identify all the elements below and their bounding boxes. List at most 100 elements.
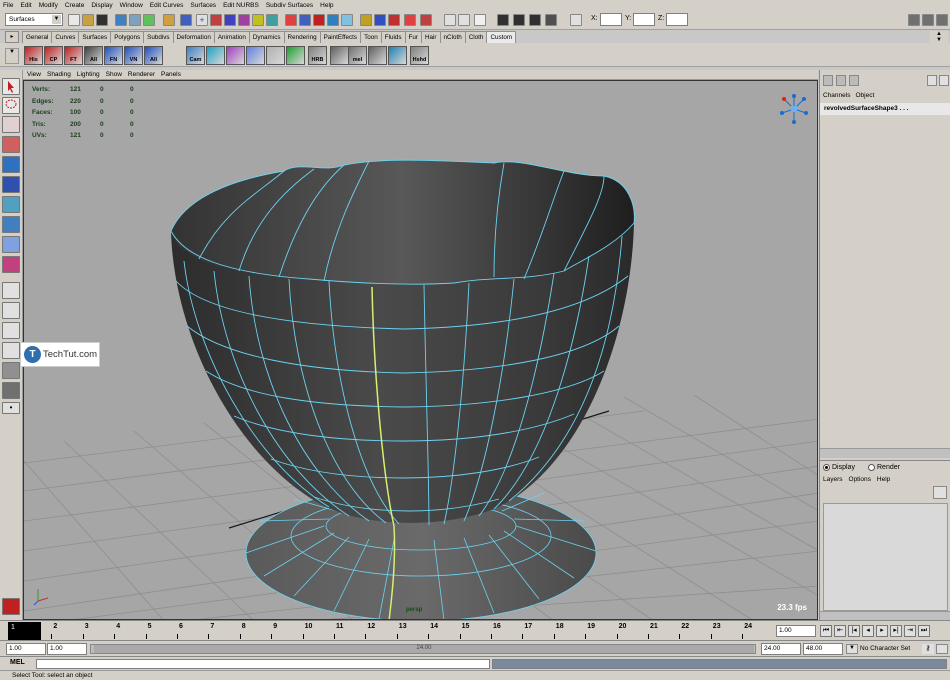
shelf-tab-painteffects[interactable]: PaintEffects bbox=[319, 31, 362, 43]
shelf-button-joint-16[interactable] bbox=[368, 46, 387, 65]
ipr-render-icon[interactable] bbox=[420, 14, 432, 26]
key-icon[interactable]: ⚷ bbox=[922, 644, 934, 654]
end-time-field[interactable]: 48.00 bbox=[803, 643, 843, 655]
move-tool-icon[interactable] bbox=[2, 136, 20, 153]
character-set-label[interactable]: No Character Set bbox=[860, 645, 910, 652]
shelf-button-grid-11[interactable] bbox=[266, 46, 285, 65]
last-tool-icon[interactable] bbox=[2, 256, 20, 273]
snap-point-icon[interactable] bbox=[313, 14, 325, 26]
attribute-editor-icon[interactable] bbox=[908, 14, 920, 26]
input-mode-icon[interactable] bbox=[570, 14, 582, 26]
time-slider[interactable]: 1 2 3 4 5 6 7 8 9 10 11 12 13 14 15 16 17 18 19 20 21 22 23 24… bbox=[0, 620, 950, 640]
viewport-menu-panels[interactable]: Panels bbox=[161, 71, 181, 78]
menu-modify[interactable]: Modify bbox=[39, 2, 58, 9]
dynamics-icon[interactable] bbox=[238, 14, 250, 26]
viewport-menu-shading[interactable]: Shading bbox=[47, 71, 71, 78]
play-backwards-icon[interactable]: ◂ bbox=[862, 625, 874, 637]
shelf-tab-polygons[interactable]: Polygons bbox=[110, 31, 145, 43]
single-pane-layout-icon[interactable] bbox=[2, 282, 20, 299]
snap-curve-icon[interactable] bbox=[299, 14, 311, 26]
perspective-viewport[interactable]: Verts: 121 0 0 Edges: 220 0 0 Faces: 100 0 0 Tris: 20… bbox=[23, 80, 818, 620]
shelf-tab-ncloth[interactable]: nCloth bbox=[439, 31, 466, 43]
shelf-tab-deformation[interactable]: Deformation bbox=[172, 31, 215, 43]
step-back-key-icon[interactable]: |◂ bbox=[848, 625, 860, 637]
menu-create[interactable]: Create bbox=[65, 2, 85, 9]
select-hierarchy-icon[interactable] bbox=[115, 14, 127, 26]
four-pane-layout-icon[interactable] bbox=[2, 302, 20, 319]
menu-surfaces[interactable]: Surfaces bbox=[190, 2, 216, 9]
shelf-tab-subdivs[interactable]: Subdivs bbox=[143, 31, 174, 43]
menu-edit[interactable]: Edit bbox=[20, 2, 31, 9]
current-frame-field[interactable]: 1.00 bbox=[776, 625, 816, 637]
select-lo-icon[interactable] bbox=[458, 14, 470, 26]
both-toggle-icon[interactable] bbox=[849, 75, 859, 86]
shelf-tab-fur[interactable]: Fur bbox=[404, 31, 422, 43]
shelf-button-fn-4[interactable]: FN bbox=[104, 46, 123, 65]
shelf-button-hshd-18[interactable]: Hshd bbox=[410, 46, 429, 65]
surface-icon[interactable] bbox=[210, 14, 222, 26]
render-settings-icon[interactable] bbox=[545, 14, 557, 26]
snap-grid-icon[interactable] bbox=[285, 14, 297, 26]
shelf-tab-fluids[interactable]: Fluids bbox=[380, 31, 406, 43]
shelf-button-all-6[interactable]: All bbox=[144, 46, 163, 65]
shelf-options-icon[interactable]: ▸ bbox=[5, 31, 19, 43]
rendering-icon[interactable] bbox=[252, 14, 264, 26]
lasso-tool-icon[interactable] bbox=[2, 97, 20, 114]
shelf-button-all-3[interactable]: All bbox=[84, 46, 103, 65]
render-frame-icon[interactable] bbox=[404, 14, 416, 26]
viewport-menu-renderer[interactable]: Renderer bbox=[128, 71, 155, 78]
shelf-button-play-12[interactable] bbox=[286, 46, 305, 65]
shelf-button-cam-7[interactable]: Cam bbox=[186, 46, 205, 65]
select-hi-icon[interactable] bbox=[444, 14, 456, 26]
start-time-field[interactable]: 1.00 bbox=[6, 643, 46, 655]
universal-manip-icon[interactable] bbox=[2, 196, 20, 213]
display-radio[interactable]: Display bbox=[823, 464, 855, 471]
scale-tool-icon[interactable] bbox=[2, 176, 20, 193]
shelf-button-his-0[interactable]: His bbox=[24, 46, 43, 65]
mask-icon[interactable] bbox=[163, 14, 175, 26]
shelf-button-ft-2[interactable]: FT bbox=[64, 46, 83, 65]
layer-list[interactable] bbox=[823, 503, 948, 611]
range-slider-thumb[interactable]: 24.00 bbox=[94, 645, 754, 653]
ipr-icon[interactable] bbox=[529, 14, 541, 26]
misc-icon[interactable] bbox=[266, 14, 278, 26]
z-field[interactable] bbox=[666, 13, 688, 26]
menu-display[interactable]: Display bbox=[91, 2, 112, 9]
y-field[interactable] bbox=[633, 13, 655, 26]
save-scene-icon[interactable] bbox=[96, 14, 108, 26]
render-radio[interactable]: Render bbox=[868, 464, 900, 471]
two-pane-stacked-layout-icon[interactable] bbox=[2, 342, 20, 359]
two-pane-side-layout-icon[interactable] bbox=[2, 322, 20, 339]
channel-help-icon[interactable] bbox=[939, 75, 949, 86]
step-forward-key-icon[interactable]: ▸| bbox=[890, 625, 902, 637]
menu-subdiv-surfaces[interactable]: Subdiv Surfaces bbox=[266, 2, 313, 9]
command-input[interactable] bbox=[36, 659, 490, 669]
outliner-layout-icon[interactable] bbox=[2, 362, 20, 379]
shelf-menu-icon[interactable]: ▼ bbox=[5, 48, 19, 64]
viewport-menu-view[interactable]: View bbox=[27, 71, 41, 78]
shelf-button-cross-14[interactable] bbox=[330, 46, 349, 65]
channel-scrollbar[interactable] bbox=[820, 448, 950, 458]
shelf-tab-surfaces[interactable]: Surfaces bbox=[78, 31, 112, 43]
viewport-menu-lighting[interactable]: Lighting bbox=[77, 71, 100, 78]
channel-box-toggle-icon[interactable] bbox=[823, 75, 833, 86]
shelf-tab-rendering[interactable]: Rendering bbox=[283, 31, 321, 43]
layer-editor-toggle-icon[interactable] bbox=[836, 75, 846, 86]
graph-layout-icon[interactable] bbox=[2, 382, 20, 399]
go-to-end-icon[interactable]: ⏭ bbox=[918, 625, 930, 637]
pick-icon[interactable] bbox=[180, 14, 192, 26]
shelf-button-down-arrow-17[interactable] bbox=[388, 46, 407, 65]
new-scene-icon[interactable] bbox=[68, 14, 80, 26]
shelf-button-vn-5[interactable]: VN bbox=[124, 46, 143, 65]
shelf-tab-dynamics[interactable]: Dynamics bbox=[248, 31, 285, 43]
shelf-tab-animation[interactable]: Animation bbox=[213, 31, 250, 43]
viewport-menu-show[interactable]: Show bbox=[106, 71, 122, 78]
x-field[interactable] bbox=[600, 13, 622, 26]
shelf-button-hrb-13[interactable]: HRB bbox=[308, 46, 327, 65]
render-view-icon[interactable] bbox=[497, 14, 509, 26]
shelf-button-sphere-10[interactable] bbox=[246, 46, 265, 65]
layer-scrollbar[interactable] bbox=[820, 611, 950, 620]
menu-set-dropdown[interactable]: Surfaces ▼ bbox=[5, 13, 63, 26]
step-forward-icon[interactable]: ⇥ bbox=[904, 625, 916, 637]
more-layouts-icon[interactable]: • bbox=[2, 402, 20, 414]
